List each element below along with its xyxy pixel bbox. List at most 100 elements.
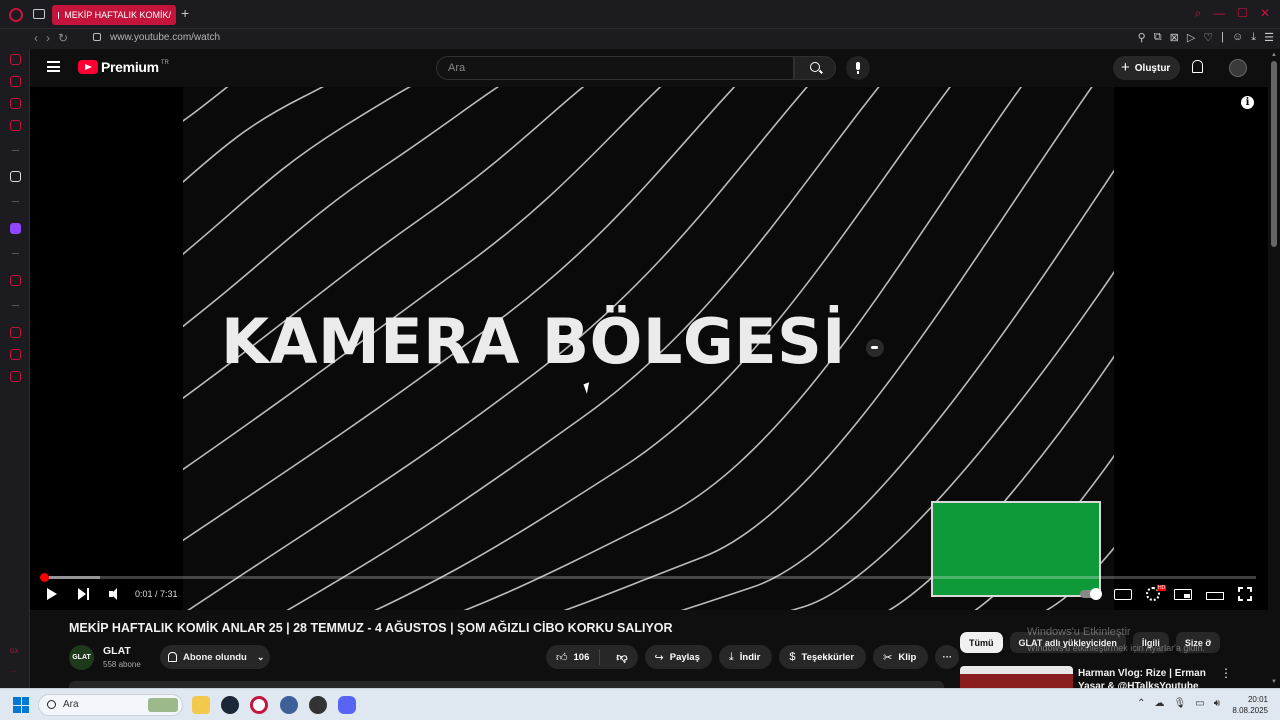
pin-icon[interactable]: ⚲ [1138,31,1146,44]
related-thumbnail[interactable] [960,666,1073,688]
like-dislike-group: 👍︎ 106 👎︎ [546,645,638,669]
tab-youtube[interactable]: MEKİP HAFTALIK KOMİK / [52,5,176,25]
tab-search-icon[interactable]: ⌕ [1194,6,1201,21]
nav-buttons: ‹ › ↻ [34,31,68,45]
settings-gear-icon[interactable]: HD [1146,585,1167,601]
tab-title: MEKİP HAFTALIK KOMİK [64,10,169,20]
activation-watermark-sub: Windows'u etkinleştirmek için Ayarlar'a … [1027,643,1205,653]
settings-icon[interactable] [10,371,21,382]
subscriber-count: 558 abone [103,660,141,669]
windows-start-icon[interactable] [13,697,29,713]
taskbar-search[interactable]: Ara [38,694,183,716]
scroll-up-icon[interactable]: ▲ [1271,52,1277,58]
channel-avatar[interactable]: GLAT [69,645,94,670]
mic-icon[interactable]: 🎙︎ [1174,698,1187,709]
notifications-icon[interactable] [1192,60,1203,73]
autoplay-toggle[interactable] [1080,588,1102,600]
more-actions-button[interactable]: ··· [935,645,960,669]
app-icon[interactable] [280,696,298,714]
progress-bar[interactable] [40,573,1256,582]
clip-button[interactable]: ✂ Klip [873,645,929,669]
youtube-logo[interactable]: Premium TR [78,59,169,75]
related-more-icon[interactable]: ⋮ [1220,666,1232,680]
download-icon[interactable]: ⤓ [1251,31,1256,44]
menu-icon[interactable]: ☰ [1264,31,1274,44]
video-player[interactable]: KAMERA BÖLGESİ i 0:01 / 7:31 HD [30,87,1268,610]
tab-islands-icon[interactable] [33,9,45,19]
create-button[interactable]: + Oluştur [1113,56,1180,80]
miniplayer-icon[interactable] [1174,588,1192,600]
next-icon[interactable] [78,588,90,600]
chevron-up-icon[interactable]: ⌃ [1137,698,1145,709]
file-explorer-icon[interactable] [192,696,210,714]
player-sidebar-icon[interactable] [10,275,21,286]
reload-icon[interactable]: ↻ [58,31,68,45]
theater-mode-icon[interactable] [1206,591,1224,600]
search-button[interactable] [794,56,836,80]
taskbar-clock[interactable]: 20:01 8.08.2025 [1232,694,1268,716]
thanks-button[interactable]: $ Teşekkürler [779,645,867,669]
messenger-icon[interactable] [10,98,21,109]
browser-sidebar: GX ··· [0,49,30,688]
history-icon[interactable] [10,327,21,338]
related-title-line: Harman Vlog: Rize | Erman [1078,668,1206,679]
share-button[interactable]: ↪ Paylaş [644,645,712,669]
play-icon[interactable] [47,588,57,600]
clock-time: 20:01 [1247,695,1268,704]
profile-icon[interactable]: ☺ [1232,31,1243,44]
subtitles-icon[interactable] [1114,588,1132,600]
extensions-icon[interactable] [10,349,21,360]
aria-icon[interactable] [10,54,21,65]
gx-icon[interactable]: GX [10,649,19,655]
download-button[interactable]: ⤓ İndir [718,645,773,669]
page-scrollbar[interactable]: ▲ ▼ [1268,49,1280,688]
network-icon[interactable]: ▭ [1195,698,1204,709]
back-icon[interactable]: ‹ [34,31,38,45]
maximize-icon[interactable]: ☐ [1237,6,1248,21]
obs-icon[interactable] [309,696,327,714]
subscribe-button[interactable]: Abone olundu ⌄ [160,645,270,669]
tab-close-icon[interactable]: / [168,10,171,20]
avatar[interactable] [1229,59,1247,77]
search-input[interactable]: Ara [436,56,794,80]
chevron-right-icon[interactable]: › [1208,636,1212,648]
cloud-icon[interactable]: ☁ [1155,698,1165,709]
thanks-label: Teşekkürler [801,651,855,663]
youtube-favicon-icon [58,11,67,19]
twitch-icon[interactable] [10,223,21,234]
scrubber-handle[interactable] [40,573,50,582]
fullscreen-icon[interactable] [1238,587,1252,601]
like-button[interactable]: 👍︎ 106 [546,649,601,665]
opera-gx-icon[interactable] [250,696,268,714]
search-icon [810,62,820,72]
video-frame[interactable]: KAMERA BÖLGESİ [183,87,1114,610]
player-icon[interactable]: ▷ [1187,31,1195,44]
minimize-icon[interactable]: — [1213,6,1225,21]
dislike-button[interactable]: 👎︎ [606,651,637,664]
forward-icon[interactable]: › [46,31,50,45]
discord-icon[interactable] [338,696,356,714]
speaker-icon[interactable]: 🔊︎ [1214,698,1220,709]
app-icon[interactable] [10,171,21,182]
player-right-controls: HD [1080,585,1252,601]
opera-logo-icon[interactable] [9,8,23,22]
channel-name[interactable]: GLAT [103,645,131,657]
gmail-icon[interactable] [10,120,21,131]
more-icon[interactable]: ··· [10,669,16,675]
close-icon[interactable]: ✕ [1260,6,1270,21]
guide-menu-icon[interactable] [47,61,60,72]
new-tab-button[interactable]: + [181,6,189,20]
chatgpt-icon[interactable] [10,76,21,87]
snapshot-icon[interactable]: ⧉ [1154,31,1162,44]
voice-search-icon[interactable] [846,56,870,80]
steam-icon[interactable] [221,696,239,714]
heart-icon[interactable]: ♡ [1203,31,1213,44]
vpn-icon[interactable]: ⊠ [1170,31,1179,44]
scrollbar-thumb[interactable] [1271,61,1277,247]
volume-icon[interactable] [109,588,123,600]
info-icon[interactable]: i [1241,96,1254,109]
scroll-down-icon[interactable]: ▼ [1271,679,1277,685]
lock-icon[interactable] [93,33,101,41]
chip-all[interactable]: Tümü [960,632,1003,653]
url-field[interactable]: www.youtube.com/watch [110,32,220,43]
